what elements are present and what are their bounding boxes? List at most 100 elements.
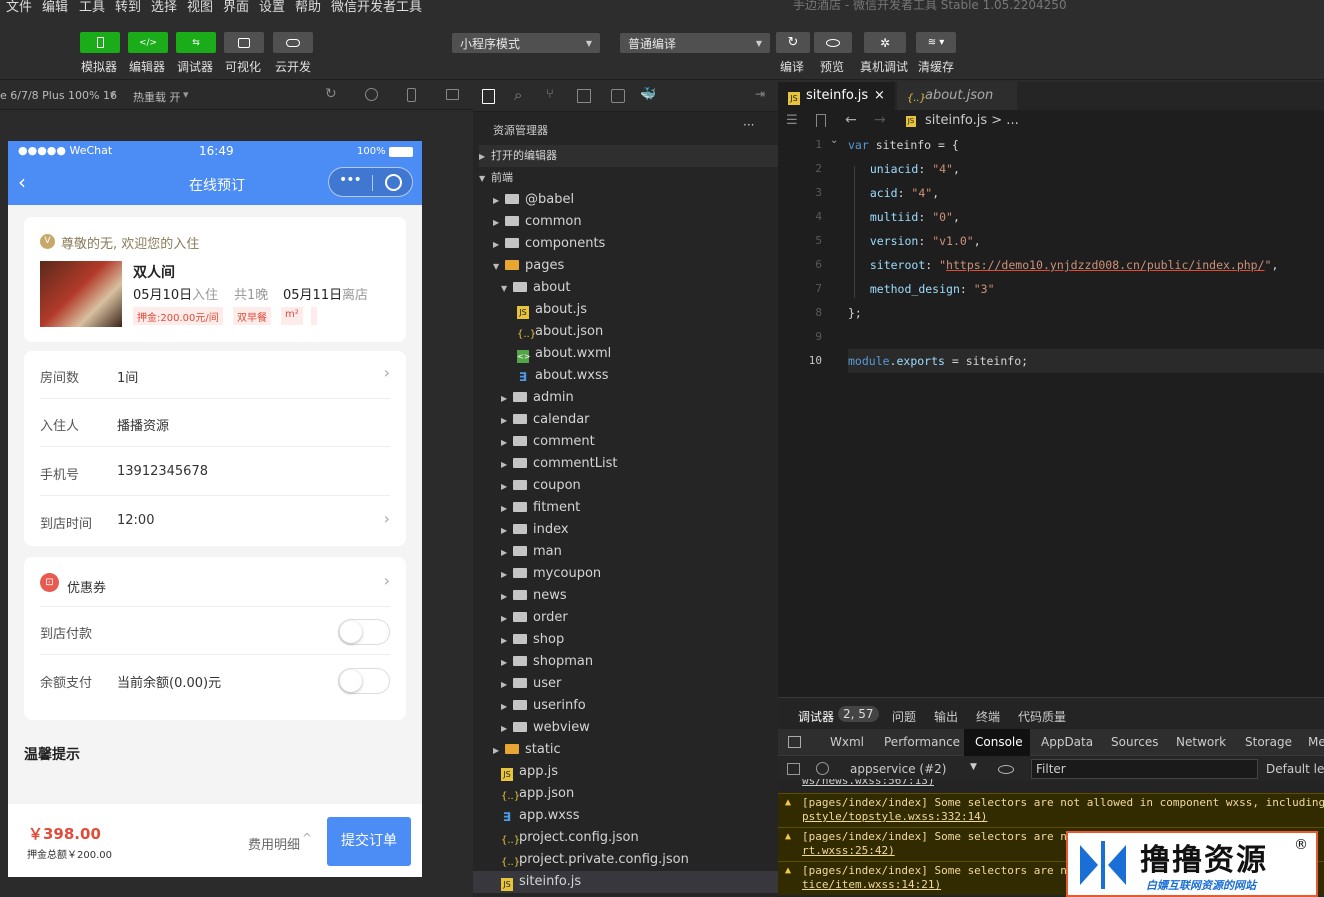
hot-reload-toggle[interactable]: 热重载 开 (133, 89, 181, 105)
debugger-toggle-button[interactable]: ⇆ (176, 32, 216, 53)
tree-item[interactable]: JS about.js (517, 299, 587, 321)
git-icon[interactable]: ⑂ (546, 87, 554, 102)
tree-item[interactable]: ▶ man (501, 541, 562, 563)
tab-appdata[interactable]: AppData (1041, 735, 1093, 749)
tree-item[interactable]: ▶ shopman (501, 651, 593, 673)
submit-order-button[interactable]: 提交订单 (327, 817, 411, 866)
tab-terminal[interactable]: 终端 (976, 708, 1000, 725)
cloud-dev-button[interactable] (273, 32, 313, 53)
phone-icon[interactable] (407, 88, 416, 102)
code-line[interactable]: uniacid: "4", (856, 157, 960, 181)
tab-debugger[interactable]: 调试器 (798, 708, 834, 725)
code-line[interactable]: multiid: "0", (856, 205, 960, 229)
tree-item[interactable]: ▶ common (493, 211, 582, 233)
menu-help[interactable]: 帮助 (295, 0, 321, 15)
filter-input[interactable]: Filter (1031, 759, 1258, 779)
bookmark-icon[interactable] (816, 114, 826, 127)
tree-item[interactable]: JS siteinfo.js (473, 871, 778, 893)
coupon-row[interactable]: ⊡ 优惠券 › (40, 559, 390, 607)
compile-button[interactable]: ↻ (776, 32, 810, 53)
tree-item[interactable]: ▼ pages (493, 255, 564, 277)
tab-about-json[interactable]: {..}about.json (897, 82, 1017, 110)
tree-item[interactable]: ▶ userinfo (501, 695, 586, 717)
eye-icon[interactable] (998, 765, 1014, 774)
panel-icon[interactable] (611, 89, 625, 103)
simulator-toggle-button[interactable] (80, 32, 120, 53)
stop-icon[interactable] (365, 88, 378, 101)
code-line[interactable]: version: "v1.0", (856, 229, 981, 253)
menu-view[interactable]: 视图 (187, 0, 213, 15)
tree-item[interactable]: ▶ shop (501, 629, 564, 651)
menu-file[interactable]: 文件 (6, 0, 32, 15)
balance-pay-switch[interactable] (338, 668, 390, 694)
close-mini-program-icon[interactable] (385, 174, 402, 191)
tree-item[interactable]: ▶ calendar (501, 409, 590, 431)
remote-debug-button[interactable]: ✲ (864, 32, 906, 53)
collapse-panel-icon[interactable]: ⇥ (755, 87, 765, 101)
tab-performance[interactable]: Performance (884, 735, 960, 749)
tree-item[interactable]: {..}project.private.config.json (501, 849, 689, 871)
extensions-icon[interactable] (577, 89, 591, 103)
tab-output[interactable]: 输出 (934, 708, 958, 725)
inspect-icon[interactable] (788, 736, 801, 748)
preview-button[interactable] (814, 32, 852, 53)
tab-storage[interactable]: Storage (1245, 735, 1292, 749)
menu-interface[interactable]: 界面 (223, 0, 249, 15)
form-row-phone[interactable]: 手机号 13912345678 (40, 448, 390, 496)
tab-console[interactable]: Console (975, 735, 1023, 749)
tree-item[interactable]: JS app.js (501, 761, 558, 783)
tab-network[interactable]: Network (1176, 735, 1226, 749)
forward-arrow-icon[interactable]: → (874, 112, 886, 128)
clear-cache-button[interactable]: ≋ ▾ (916, 32, 956, 53)
menu-goto[interactable]: 转到 (115, 0, 141, 15)
menu-edit[interactable]: 编辑 (42, 0, 68, 15)
form-row-guest[interactable]: 入住人 播播资源 (40, 399, 390, 447)
open-editors-section[interactable]: ▶ 打开的编辑器 (479, 145, 778, 167)
tree-item[interactable]: ▶ fitment (501, 497, 580, 519)
tree-item[interactable]: {..}about.json (517, 321, 603, 343)
sidebar-toggle-icon[interactable] (787, 763, 800, 775)
list-icon[interactable]: ☰ (786, 113, 798, 128)
tab-siteinfo[interactable]: JS siteinfo.js × (778, 82, 895, 110)
tree-item[interactable]: ▶ order (501, 607, 568, 629)
search-icon[interactable]: ⌕ (514, 86, 522, 104)
tree-item[interactable]: <> about.wxml (517, 343, 611, 365)
tree-item[interactable]: {..}project.config.json (501, 827, 639, 849)
code-line[interactable]: siteroot: "https://demo10.ynjdzzd008.cn/… (856, 253, 1279, 277)
window-icon[interactable] (446, 89, 459, 100)
tree-item[interactable]: ∃ app.wxss (501, 805, 580, 827)
tab-problems[interactable]: 问题 (892, 708, 916, 725)
more-icon[interactable]: ••• (339, 172, 362, 188)
tree-item[interactable]: ▶ news (501, 585, 567, 607)
form-row-rooms[interactable]: 房间数 1间 › (40, 351, 390, 399)
warning-source-link[interactable]: tice/item.wxss:14:21) (802, 878, 941, 891)
code-line[interactable]: module.exports = siteinfo; (848, 349, 1028, 373)
menu-wechat-devtools[interactable]: 微信开发者工具 (331, 0, 422, 15)
code-line[interactable]: }; (848, 301, 862, 325)
root-folder[interactable]: ▼ 前端 (479, 167, 513, 189)
levels-select[interactable]: Default lev (1266, 762, 1324, 776)
warning-source-link[interactable]: pstyle/topstyle.wxss:332:14) (802, 810, 987, 823)
tree-item[interactable]: ▶ admin (501, 387, 574, 409)
phone-input[interactable]: 13912345678 (117, 464, 208, 479)
device-select[interactable]: e 6/7/8 Plus 100% 16 (0, 89, 117, 102)
tree-item[interactable]: ▶ static (493, 739, 561, 761)
close-icon[interactable]: × (874, 82, 885, 110)
fee-detail-link[interactable]: 费用明细 (248, 834, 300, 853)
docker-icon[interactable]: 🐳 (640, 87, 656, 102)
code-line[interactable]: acid: "4", (856, 181, 939, 205)
tree-item[interactable]: ▼ about (501, 277, 571, 299)
tree-item[interactable]: ∃ about.wxss (517, 365, 609, 387)
tab-more[interactable]: Me (1308, 735, 1324, 749)
tree-item[interactable]: ▶ coupon (501, 475, 581, 497)
menu-select[interactable]: 选择 (151, 0, 177, 15)
tab-wxml[interactable]: Wxml (830, 735, 864, 749)
fold-chevron-icon[interactable]: ⌄ (830, 135, 838, 146)
tree-item[interactable]: ▶ index (501, 519, 569, 541)
tab-sources[interactable]: Sources (1111, 735, 1158, 749)
more-icon[interactable]: ··· (743, 118, 754, 132)
back-arrow-icon[interactable]: ← (845, 112, 857, 128)
guest-input[interactable]: 播播资源 (117, 415, 169, 434)
tree-item[interactable]: ▶ mycoupon (501, 563, 601, 585)
files-icon[interactable] (482, 89, 495, 104)
